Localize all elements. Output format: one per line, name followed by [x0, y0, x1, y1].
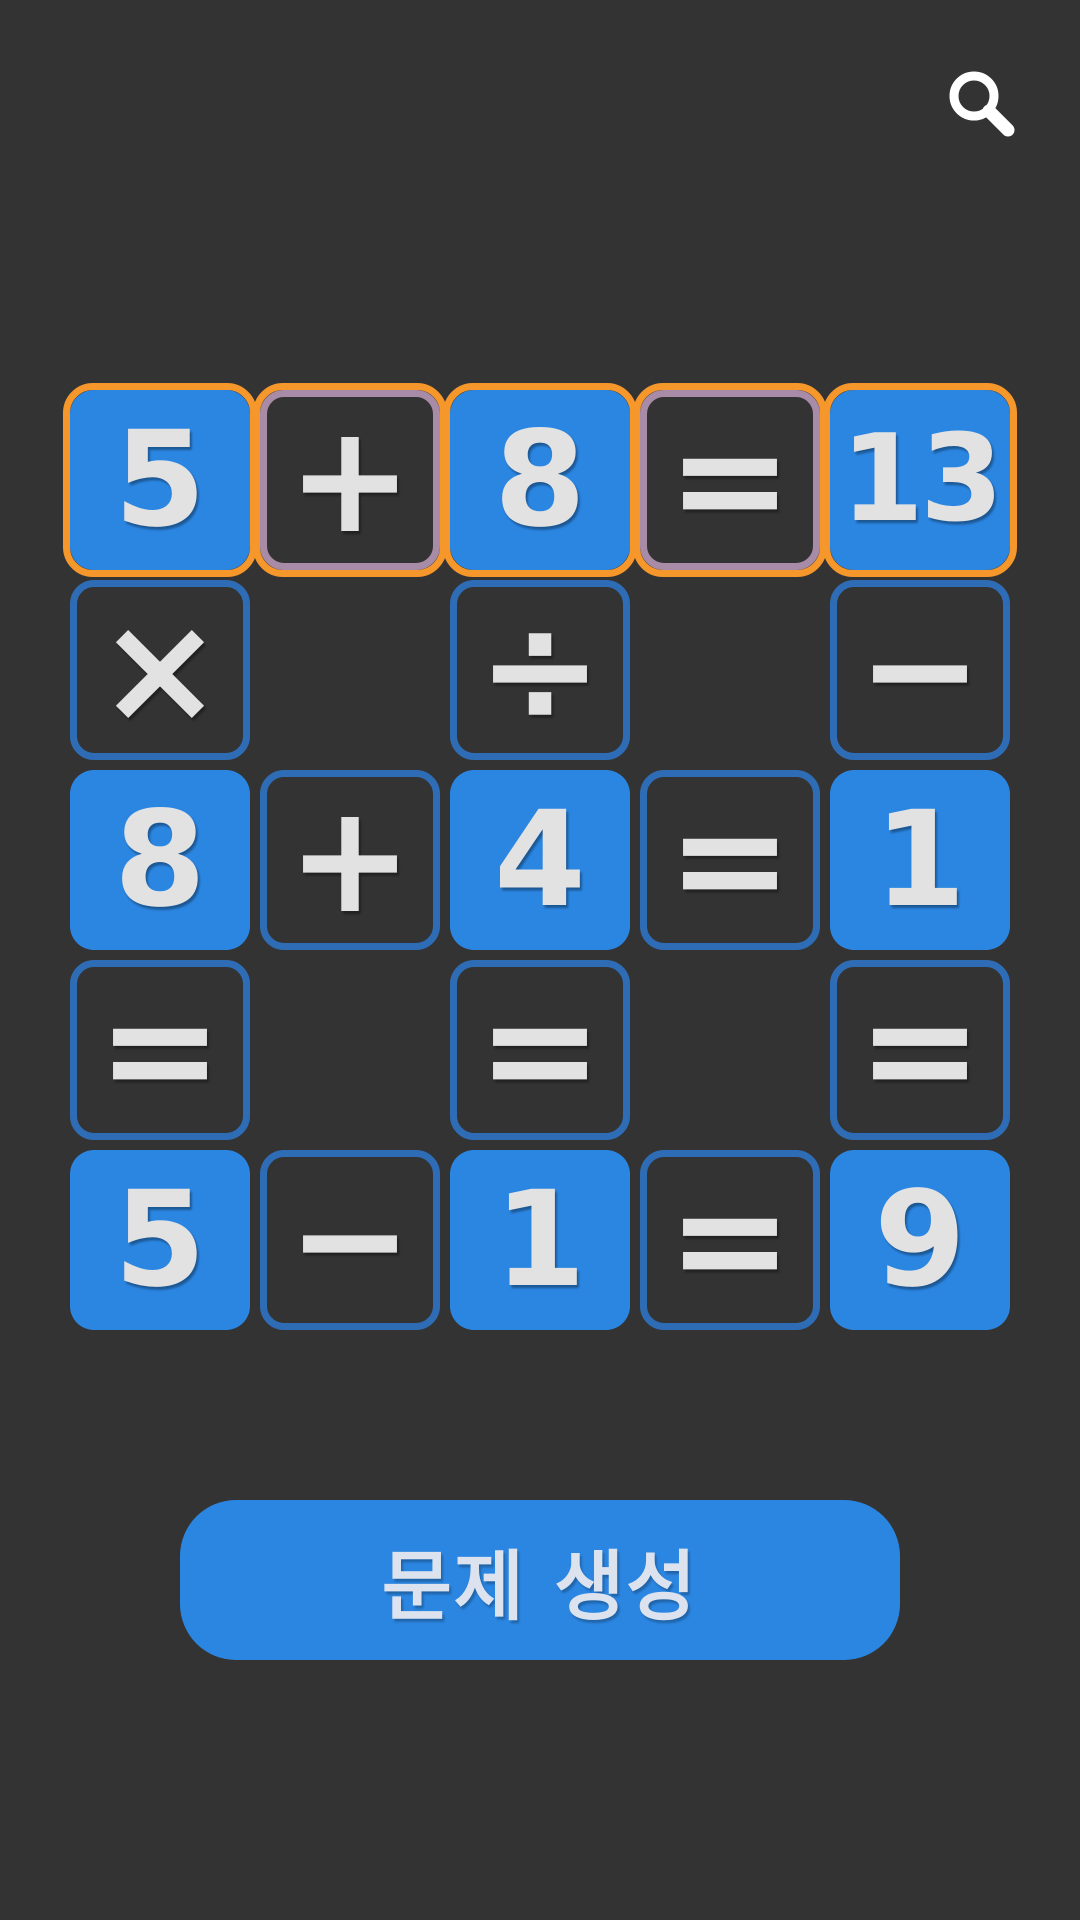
puzzle-grid: 5 +8 = 13 × ÷ −8 +4 = 1 = = = 5−1 = 9: [63, 383, 1017, 1330]
tile-operator: =: [667, 1153, 793, 1327]
number-tile[interactable]: 1: [830, 770, 1010, 950]
number-tile[interactable]: 8: [450, 390, 630, 570]
tile-number: 1: [494, 1163, 586, 1317]
tile-number: 13: [840, 410, 1004, 549]
number-tile[interactable]: 8: [70, 770, 250, 950]
tile-operator: ×: [97, 583, 223, 757]
tile-number: 5: [114, 403, 206, 557]
tile-number: 8: [494, 403, 586, 557]
number-tile[interactable]: 9: [830, 1150, 1010, 1330]
tile-operator: =: [477, 963, 603, 1137]
tile-operator: +: [287, 393, 413, 567]
operator-tile[interactable]: ÷: [450, 580, 630, 760]
tile-operator: =: [857, 963, 983, 1137]
tile-number: 8: [114, 783, 206, 937]
generate-problem-button[interactable]: 문제 생성: [180, 1500, 900, 1660]
tile-number: 1: [874, 783, 966, 937]
operator-tile[interactable]: −: [830, 580, 1010, 760]
operator-tile[interactable]: ×: [70, 580, 250, 760]
number-tile[interactable]: 5: [70, 1150, 250, 1330]
operator-tile[interactable]: =: [640, 770, 820, 950]
search-button[interactable]: [944, 66, 1018, 140]
search-icon: [949, 71, 1015, 137]
operator-tile[interactable]: =: [830, 960, 1010, 1140]
operator-tile[interactable]: =: [70, 960, 250, 1140]
tile-number: 9: [874, 1163, 966, 1317]
tile-number: 5: [114, 1163, 206, 1317]
tile-operator: =: [667, 393, 793, 567]
number-tile[interactable]: 1: [450, 1150, 630, 1330]
operator-tile[interactable]: +: [260, 390, 440, 570]
operator-tile[interactable]: −: [260, 1150, 440, 1330]
tile-operator: −: [857, 583, 983, 757]
number-tile[interactable]: 13: [830, 390, 1010, 570]
operator-tile[interactable]: =: [640, 1150, 820, 1330]
tile-operator: ÷: [477, 583, 603, 757]
operator-tile[interactable]: +: [260, 770, 440, 950]
tile-operator: =: [667, 773, 793, 947]
tile-number: 4: [494, 783, 586, 937]
tile-operator: −: [287, 1153, 413, 1327]
number-tile[interactable]: 5: [70, 390, 250, 570]
operator-tile[interactable]: =: [450, 960, 630, 1140]
operator-tile[interactable]: =: [640, 390, 820, 570]
tile-operator: +: [287, 773, 413, 947]
number-tile[interactable]: 4: [450, 770, 630, 950]
tile-operator: =: [97, 963, 223, 1137]
